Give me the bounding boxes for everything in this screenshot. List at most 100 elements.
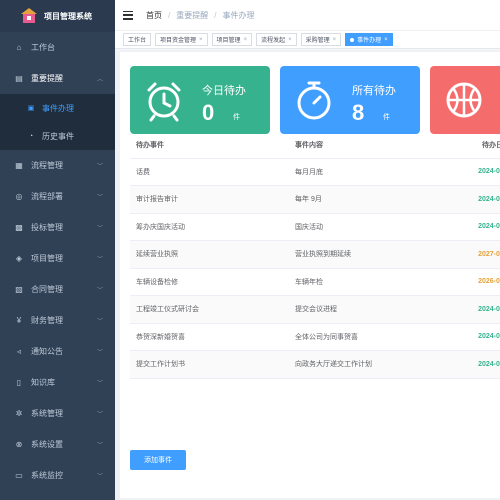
chevron-down-icon: ﹀ — [96, 412, 103, 418]
cell-event: 审计报告审计 — [130, 185, 289, 214]
sidebar-item[interactable]: ▭ 系统监控 ﹀ — [0, 460, 115, 491]
cell-content: 提交会议进程 — [289, 295, 455, 324]
sidebar-item[interactable]: ⊗ 系统设置 ﹀ — [0, 429, 115, 460]
sidebar-item[interactable]: ▯ 知识库 ﹀ — [0, 367, 115, 398]
tag[interactable]: 采购管理 × — [300, 33, 342, 46]
logo-icon — [20, 8, 38, 24]
settings-icon: ⊗ — [15, 440, 23, 449]
tag-label: 工作台 — [128, 38, 147, 44]
monitor-icon: ▭ — [15, 471, 23, 480]
content-panel: 今日待办 0 件 所有待办 8 件 待办事件 事件内容 待办日 话费 每月月底 … — [120, 52, 500, 498]
close-icon[interactable]: × — [333, 37, 337, 43]
cell-content: 营业执照到期延续 — [289, 240, 455, 269]
column-header-event[interactable]: 待办事件 — [130, 132, 289, 159]
system-icon: ✲ — [15, 409, 23, 418]
cell-content: 国庆活动 — [289, 213, 455, 241]
cell-date: 2024-09-1 — [455, 295, 500, 324]
sidebar-item[interactable]: ▦ 流程管理 ﹀ — [0, 150, 115, 181]
tag[interactable]: 项目资金管理 × — [155, 33, 208, 46]
column-header-date[interactable]: 待办日期 — [455, 132, 500, 159]
close-icon[interactable]: × — [384, 37, 388, 43]
summary-cards: 今日待办 0 件 所有待办 8 件 — [130, 66, 500, 134]
main-area: 首页 / 重要提醒 / 事件办理 工作台 项目资金管理 × 项目管理 × 流程发起 × 采购管… — [115, 0, 500, 500]
breadcrumb-separator: / — [214, 10, 217, 20]
cell-event: 工程竣工仪式研讨会 — [130, 295, 289, 324]
sidebar-item[interactable]: ✲ 系统管理 ﹀ — [0, 398, 115, 429]
add-event-button[interactable]: 添加事件 — [130, 450, 186, 470]
tag-label: 采购管理 — [305, 38, 330, 44]
chevron-down-icon: ﹀ — [96, 474, 103, 480]
sidebar-item[interactable]: ▧ 合同管理 ﹀ — [0, 274, 115, 305]
tag[interactable]: 事件办理 × — [345, 33, 393, 46]
cell-event: 筹办庆国庆活动 — [130, 213, 289, 241]
table-row[interactable]: 筹办庆国庆活动国庆活动2024-09-2 — [130, 213, 500, 241]
sidebar-item[interactable]: ⌂ 工作台 — [0, 32, 115, 63]
tag-label: 事件办理 — [357, 38, 382, 44]
deploy-icon: ◎ — [15, 192, 23, 201]
cell-event: 车辆设备检修 — [130, 268, 289, 296]
table-row[interactable]: 审计报告审计每年 9月2024-09-2 — [130, 185, 500, 214]
table-row[interactable]: 提交工作计划书向政务大厅递交工作计划2024-04-2 — [130, 350, 500, 379]
sidebar: 项目管理系统 ⌂ 工作台 ▤ 重要提醒 ︿ ▣ 事件办理 ◔ 历史事件 ▦ 流程管理 ﹀ ◎ 流程部署 ﹀ ▩… — [0, 0, 115, 500]
project-icon: ◈ — [15, 254, 23, 263]
table-row[interactable]: 车辆设备检修车辆年检2026-08-2 — [130, 268, 500, 296]
sidebar-item-label: 重要提醒 — [31, 74, 63, 83]
card-value: 0 — [202, 100, 215, 125]
content-area: 今日待办 0 件 所有待办 8 件 待办事件 事件内容 待办日 话费 每月月底 … — [115, 50, 500, 500]
cell-date: 2024-09-1 — [455, 158, 500, 186]
sidebar-item-label: 合同管理 — [31, 285, 63, 294]
sidebar-item[interactable]: ▤ 重要提醒 ︿ — [0, 63, 115, 94]
chevron-down-icon: ﹀ — [96, 443, 103, 449]
sidebar-item-label: 通知公告 — [31, 347, 63, 356]
sidebar-item-label: 项目管理 — [31, 254, 63, 263]
cell-event: 延续营业执照 — [130, 240, 289, 269]
active-dot-icon — [350, 37, 355, 42]
sidebar-subitem[interactable]: ▣ 事件办理 — [0, 94, 115, 122]
third-card[interactable] — [430, 66, 500, 134]
chevron-down-icon: ﹀ — [96, 288, 103, 294]
tag[interactable]: 流程发起 × — [256, 33, 297, 46]
cell-event: 话费 — [130, 158, 289, 186]
cell-event: 恭贺深新婚贺喜 — [130, 323, 289, 351]
card-title: 所有待办 — [352, 85, 396, 97]
tag[interactable]: 工作台 — [123, 33, 152, 46]
breadcrumb-current: 事件办理 — [222, 10, 255, 20]
cell-content: 车辆年检 — [289, 268, 455, 296]
sidebar-item[interactable]: ¥ 财务管理 ﹀ — [0, 305, 115, 336]
sidebar-item[interactable]: ◃ 通知公告 ﹀ — [0, 336, 115, 367]
close-icon[interactable]: × — [244, 37, 248, 43]
sidebar-subitem[interactable]: ◔ 历史事件 — [0, 122, 115, 150]
sidebar-item-label: 财务管理 — [31, 316, 63, 325]
cell-date: 2026-08-2 — [455, 268, 500, 296]
cell-content: 全体公司为同事贺喜 — [289, 323, 455, 351]
sidebar-item[interactable]: ◎ 流程部署 ﹀ — [0, 181, 115, 212]
sidebar-item-label: 流程部署 — [31, 192, 63, 201]
table-row[interactable]: 话费每月月底2024-09-1 — [130, 158, 500, 186]
chevron-down-icon: ﹀ — [96, 257, 103, 263]
column-header-content[interactable]: 事件内容 — [289, 132, 455, 159]
all-todo-card[interactable]: 所有待办 8 件 — [280, 66, 420, 134]
chevron-down-icon: ﹀ — [96, 164, 103, 170]
brand: 项目管理系统 — [0, 0, 115, 32]
tag-label: 流程发起 — [261, 38, 286, 44]
sidebar-item[interactable]: ▩ 投标管理 ﹀ — [0, 212, 115, 243]
breadcrumb-home[interactable]: 首页 — [146, 10, 162, 21]
contract-icon: ▧ — [15, 285, 23, 294]
todo-table: 待办事件 事件内容 待办日期 话费每月月底2024-09-1审计报告审计每年 9… — [130, 132, 500, 379]
table-row[interactable]: 恭贺深新婚贺喜全体公司为同事贺喜2024-08-3 — [130, 323, 500, 351]
reminder-icon: ▤ — [15, 74, 23, 83]
dashboard-icon: ⌂ — [16, 43, 22, 52]
hamburger-icon[interactable] — [123, 10, 133, 20]
card-unit: 件 — [233, 114, 240, 121]
close-icon[interactable]: × — [288, 37, 292, 43]
cell-content: 每月月底 — [289, 158, 455, 186]
sidebar-item[interactable]: ◈ 项目管理 ﹀ — [0, 243, 115, 274]
today-todo-card[interactable]: 今日待办 0 件 — [130, 66, 270, 134]
breadcrumb-separator: / — [168, 10, 171, 20]
table-row[interactable]: 延续营业执照营业执照到期延续2027-01-0 — [130, 240, 500, 269]
sub-menu: ▣ 事件办理 ◔ 历史事件 — [0, 94, 115, 150]
tag-label: 项目管理 — [216, 38, 241, 44]
table-row[interactable]: 工程竣工仪式研讨会提交会议进程2024-09-1 — [130, 295, 500, 324]
close-icon[interactable]: × — [199, 37, 203, 43]
tag[interactable]: 项目管理 × — [211, 33, 253, 46]
